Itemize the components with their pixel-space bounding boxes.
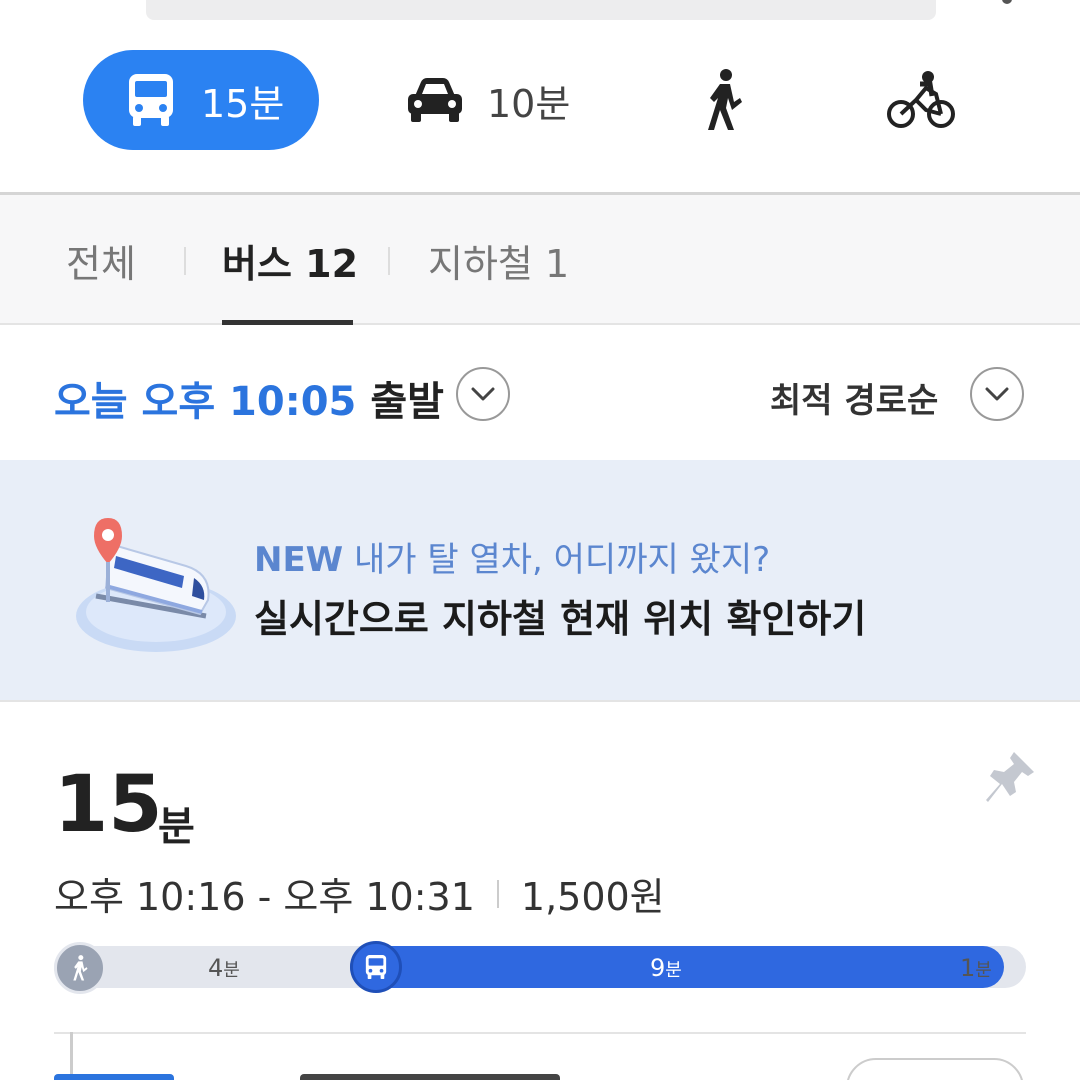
segment-value: 9 (650, 954, 666, 982)
sort-order-dropdown[interactable] (970, 367, 1024, 421)
divider (54, 1032, 1026, 1034)
route-fare: 1,500원 (520, 875, 665, 919)
route-duration: 15 (54, 760, 163, 850)
tab-separator (388, 247, 390, 275)
bus-segment-icon (350, 941, 402, 993)
promo-banner[interactable]: NEW 내가 탈 열차, 어디까지 왔지? 실시간으로 지하철 현재 위치 확인… (0, 460, 1080, 700)
segment-unit: 분 (223, 960, 240, 981)
walk-segment-icon (54, 942, 106, 994)
route-timeline-line (70, 1032, 73, 1080)
chevron-down-icon (985, 387, 1009, 401)
sort-order-label[interactable]: 최적 경로순 (770, 373, 938, 422)
tab-subway[interactable]: 지하철 1 (428, 233, 569, 288)
mode-car-button[interactable]: 10분 (405, 50, 570, 150)
segment-unit: 분 (975, 960, 992, 981)
search-bar[interactable] (146, 0, 936, 20)
departure-time: 오늘 오후 10:05 (54, 379, 357, 425)
walk-icon (73, 955, 88, 981)
partial-action-button[interactable] (846, 1058, 1024, 1080)
transport-mode-selector: 15분 10분 (0, 50, 1080, 152)
mode-car-duration: 10분 (487, 81, 571, 126)
mode-bus-duration: 15분 (201, 81, 285, 126)
mode-walk-button[interactable] (700, 50, 748, 150)
route-card[interactable]: 15 분 오후 10:16 - 오후 10:31 1,500원 4분 9분 1분 (0, 700, 1080, 1080)
segment-value: 1 (960, 954, 976, 982)
bus-icon (365, 955, 387, 979)
departure-time-label[interactable]: 오늘 오후 10:05 출발 (54, 369, 444, 427)
walk-segment-duration: 4분 (208, 954, 240, 982)
final-walk-segment-duration: 1분 (960, 954, 992, 982)
bus-icon (129, 74, 173, 126)
chevron-down-icon (471, 387, 495, 401)
banner-title: 실시간으로 지하철 현재 위치 확인하기 (254, 597, 867, 641)
route-segment-bar: 4분 9분 1분 (54, 941, 1026, 994)
tab-separator (184, 247, 186, 275)
route-duration-unit: 분 (158, 804, 195, 850)
walk-icon (708, 69, 742, 130)
active-tab-indicator (222, 320, 353, 325)
partial-stop-name (300, 1074, 560, 1080)
route-time-range: 오후 10:16 - 오후 10:31 (54, 875, 475, 919)
result-tabs: 전체 버스 12 지하철 1 (0, 195, 1080, 325)
train-illustration-icon (76, 518, 236, 652)
new-badge: NEW (254, 540, 344, 580)
pin-icon[interactable] (984, 750, 1036, 806)
separator (496, 879, 499, 908)
mode-bike-button[interactable] (886, 50, 956, 150)
mode-bus-button[interactable]: 15분 (83, 50, 319, 150)
segment-unit: 분 (665, 960, 682, 981)
departure-time-dropdown[interactable] (456, 367, 510, 421)
departure-row: 오늘 오후 10:05 출발 최적 경로순 (0, 327, 1080, 460)
tab-bus[interactable]: 버스 12 (222, 233, 358, 288)
tab-all[interactable]: 전체 (66, 233, 136, 288)
car-icon (408, 78, 462, 122)
banner-subtitle-text: 내가 탈 열차, 어디까지 왔지? (354, 540, 771, 580)
partial-stop-label (54, 1074, 174, 1080)
bike-icon (887, 71, 955, 128)
bus-segment-duration: 9분 (650, 954, 682, 982)
departure-word: 출발 (370, 379, 444, 425)
more-menu-icon[interactable] (1002, 0, 1012, 4)
segment-value: 4 (208, 954, 224, 982)
route-times: 오후 10:16 - 오후 10:31 1,500원 (54, 866, 665, 921)
banner-subtitle: NEW 내가 탈 열차, 어디까지 왔지? (254, 532, 770, 581)
